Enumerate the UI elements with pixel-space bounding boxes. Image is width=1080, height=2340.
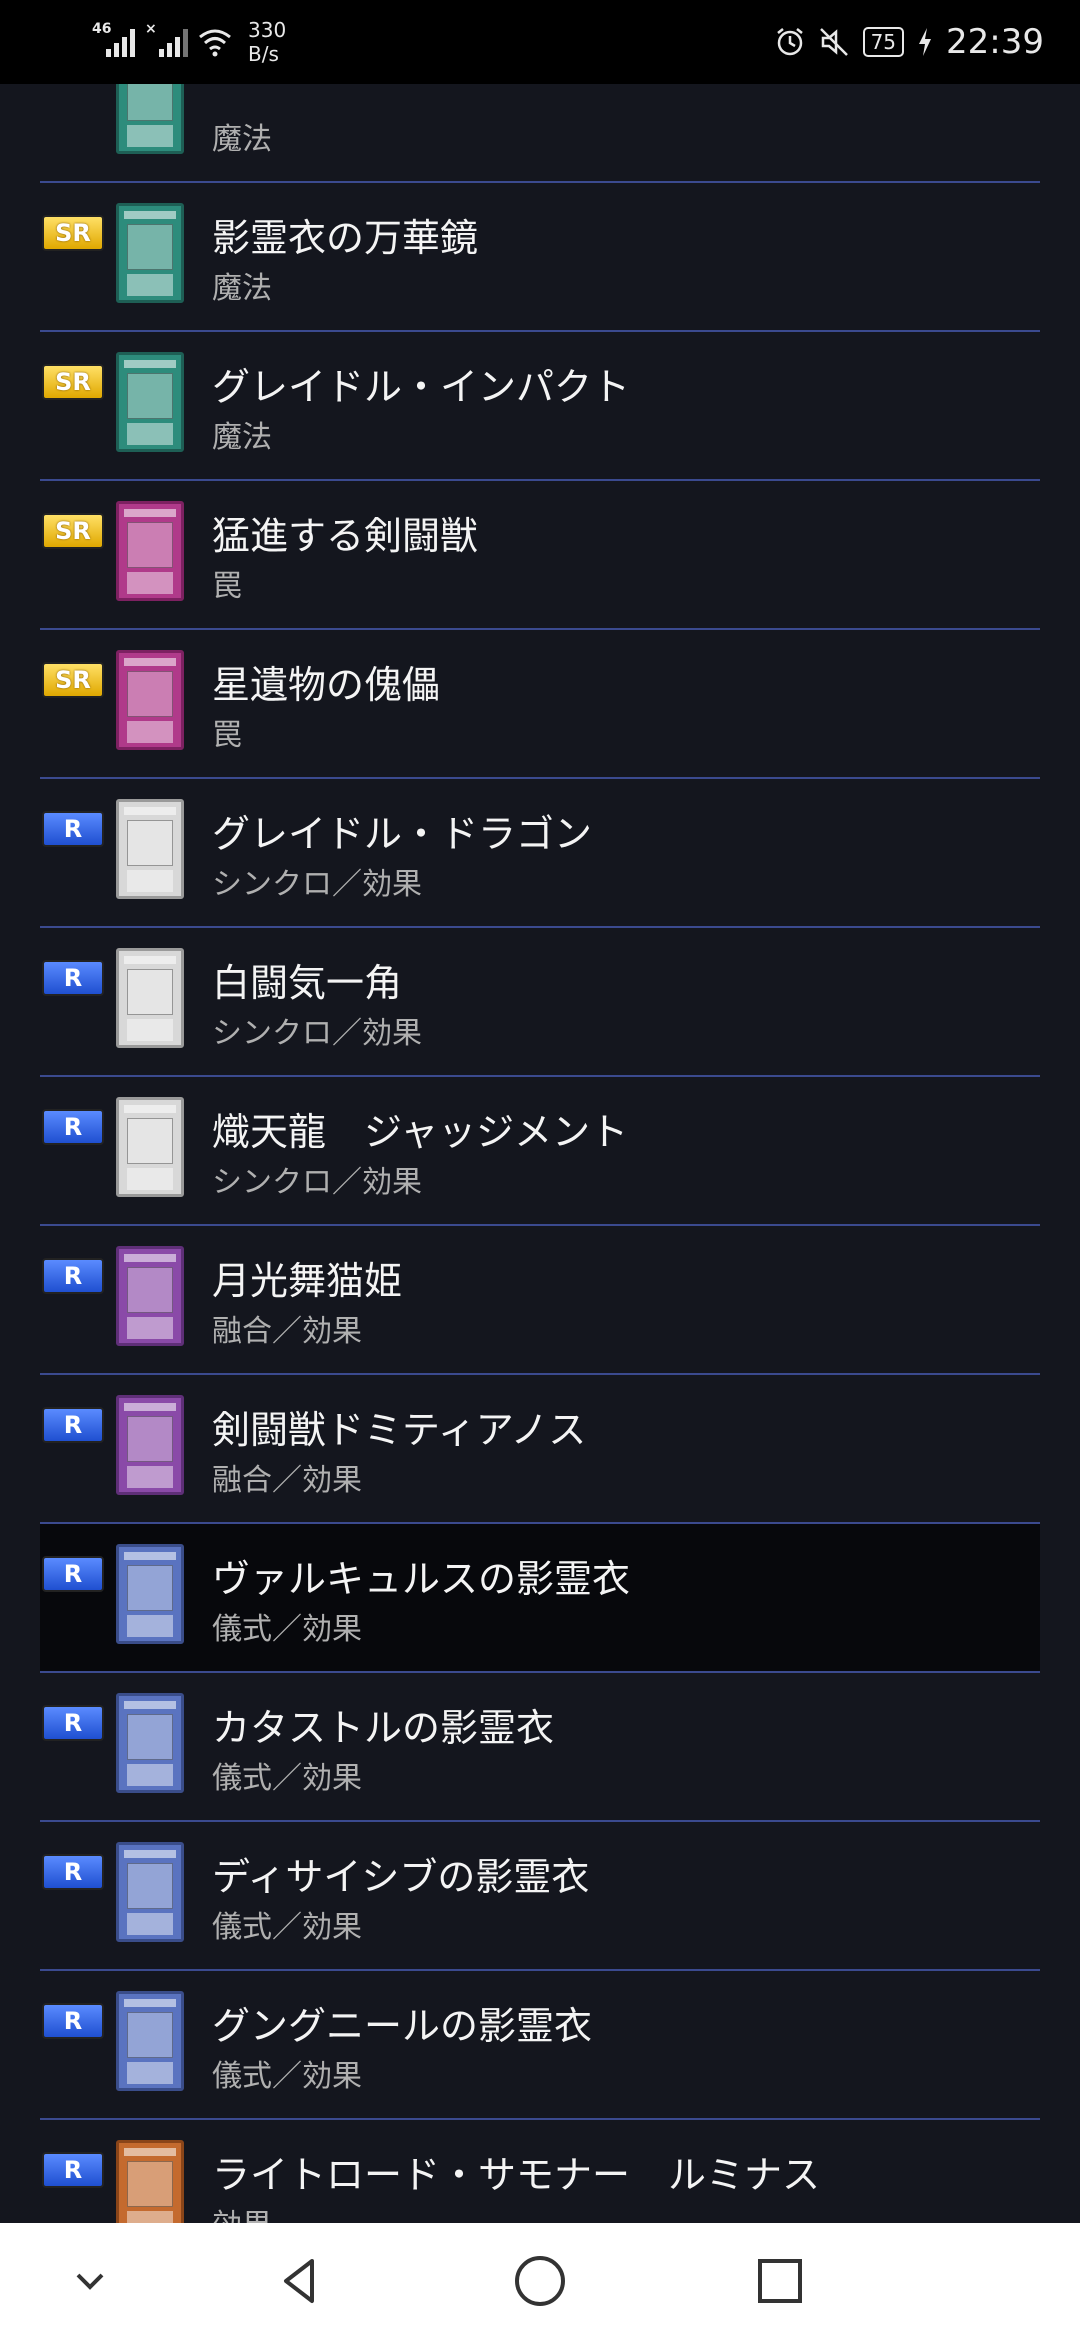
- card-type: シンクロ／効果: [212, 1016, 422, 1051]
- rarity-badge: R: [42, 811, 104, 847]
- card-list-inner: 魔法 SR 影霊衣の万華鏡 魔法 SR グレイドル・インパクト 魔法 SR 猛進…: [40, 84, 1040, 2223]
- card-type: 魔法: [212, 271, 272, 306]
- list-item[interactable]: R カタストルの影霊衣 儀式／効果: [40, 1673, 1040, 1822]
- card-type: 儀式／効果: [212, 1910, 362, 1945]
- card-thumbnail: [116, 352, 184, 452]
- list-item[interactable]: SR 星遺物の傀儡 罠: [40, 630, 1040, 779]
- list-item[interactable]: SR 影霊衣の万華鏡 魔法: [40, 183, 1040, 332]
- list-item-partial[interactable]: 魔法: [40, 84, 1040, 183]
- home-circle-icon[interactable]: [510, 2251, 570, 2311]
- list-item[interactable]: R グレイドル・ドラゴン シンクロ／効果: [40, 779, 1040, 928]
- card-type: 魔法: [212, 122, 272, 157]
- rarity-badge: SR: [42, 513, 104, 549]
- card-name: 猛進する剣闘獣: [212, 514, 479, 558]
- list-item-selected[interactable]: R ヴァルキュルスの影霊衣 儀式／効果: [40, 1524, 1040, 1673]
- battery-indicator: 75: [862, 27, 905, 57]
- card-name: 白闘気一角: [212, 961, 403, 1005]
- card-list[interactable]: 魔法 SR 影霊衣の万華鏡 魔法 SR グレイドル・インパクト 魔法 SR 猛進…: [40, 84, 1040, 2223]
- card-thumbnail: [116, 1544, 184, 1644]
- status-right: 75 22:39: [775, 14, 1044, 70]
- card-name: ライトロード・サモナー ルミナス: [212, 2153, 821, 2197]
- card-name: 熾天龍 ジャッジメント: [212, 1110, 629, 1154]
- list-item[interactable]: R 白闘気一角 シンクロ／効果: [40, 928, 1040, 1077]
- card-thumbnail: [116, 799, 184, 899]
- list-item[interactable]: R 月光舞猫姫 融合／効果: [40, 1226, 1040, 1375]
- signal-tag-2: ×: [145, 21, 157, 37]
- rarity-badge: R: [42, 1556, 104, 1592]
- card-thumbnail: [116, 203, 184, 303]
- card-thumbnail: [116, 1991, 184, 2091]
- list-item[interactable]: R ライトロード・サモナー ルミナス 効果: [40, 2120, 1040, 2223]
- rarity-badge: R: [42, 1407, 104, 1443]
- card-thumbnail: [116, 2140, 184, 2223]
- signal-icon: 46: [92, 21, 135, 57]
- card-name: 星遺物の傀儡: [212, 663, 441, 707]
- card-name: 影霊衣の万華鏡: [212, 216, 479, 260]
- card-name: 剣闘獣ドミティアノス: [212, 1408, 587, 1452]
- card-type: 儀式／効果: [212, 2059, 362, 2094]
- status-left: 46 × 330 B/s: [92, 14, 286, 70]
- card-type: 儀式／効果: [212, 1612, 362, 1647]
- rarity-badge: SR: [42, 662, 104, 698]
- clock: 22:39: [946, 22, 1044, 62]
- card-thumbnail: [116, 84, 184, 154]
- card-type: 融合／効果: [212, 1463, 362, 1498]
- rarity-badge: R: [42, 1258, 104, 1294]
- list-item[interactable]: R 熾天龍 ジャッジメント シンクロ／効果: [40, 1077, 1040, 1226]
- card-thumbnail: [116, 1395, 184, 1495]
- rarity-badge: R: [42, 2152, 104, 2188]
- charging-icon: [919, 28, 932, 56]
- card-type: 罠: [212, 569, 242, 604]
- system-nav-bar: [0, 2223, 1080, 2340]
- signal-tag: 46: [92, 21, 112, 37]
- card-type: 罠: [212, 718, 242, 753]
- recents-square-icon[interactable]: [750, 2251, 810, 2311]
- card-name: グレイドル・ドラゴン: [212, 812, 593, 856]
- card-thumbnail: [116, 501, 184, 601]
- card-name: ディサイシブの影霊衣: [212, 1855, 590, 1899]
- card-type: シンクロ／効果: [212, 867, 422, 902]
- signal-icon-2: ×: [145, 21, 188, 57]
- card-thumbnail: [116, 1097, 184, 1197]
- card-type: 魔法: [212, 420, 272, 455]
- net-speed: 330 B/s: [248, 18, 287, 66]
- rarity-badge: SR: [42, 215, 104, 251]
- card-thumbnail: [116, 1842, 184, 1942]
- wifi-icon: [199, 29, 231, 57]
- list-item[interactable]: SR グレイドル・インパクト 魔法: [40, 332, 1040, 481]
- alarm-icon: [776, 28, 803, 56]
- card-thumbnail: [116, 948, 184, 1048]
- card-name: グングニールの影霊衣: [212, 2004, 593, 2048]
- card-type: 融合／効果: [212, 1314, 362, 1349]
- rarity-badge: R: [42, 960, 104, 996]
- card-type: 効果: [212, 2200, 272, 2223]
- card-name: カタストルの影霊衣: [212, 1706, 555, 1750]
- list-item[interactable]: R グングニールの影霊衣 儀式／効果: [40, 1971, 1040, 2120]
- rarity-badge: R: [42, 2003, 104, 2039]
- card-name: グレイドル・インパクト: [212, 365, 631, 409]
- card-name: ヴァルキュルスの影霊衣: [212, 1557, 631, 1601]
- mute-icon: [819, 28, 848, 56]
- card-thumbnail: [116, 650, 184, 750]
- card-thumbnail: [116, 1246, 184, 1346]
- rarity-badge: SR: [42, 364, 104, 400]
- list-item[interactable]: R ディサイシブの影霊衣 儀式／効果: [40, 1822, 1040, 1971]
- status-bar: 46 × 330 B/s 75 22:39: [0, 0, 1080, 84]
- card-name: 月光舞猫姫: [212, 1259, 403, 1303]
- list-item[interactable]: R 剣闘獣ドミティアノス 融合／効果: [40, 1375, 1040, 1524]
- back-triangle-icon[interactable]: [270, 2251, 330, 2311]
- card-thumbnail: [116, 1693, 184, 1793]
- rarity-badge: R: [42, 1705, 104, 1741]
- card-type: シンクロ／効果: [212, 1165, 422, 1200]
- rarity-badge: R: [42, 1854, 104, 1890]
- card-type: 儀式／効果: [212, 1761, 362, 1796]
- list-item[interactable]: SR 猛進する剣闘獣 罠: [40, 481, 1040, 630]
- rarity-badge: R: [42, 1109, 104, 1145]
- chevron-down-icon[interactable]: [60, 2251, 120, 2311]
